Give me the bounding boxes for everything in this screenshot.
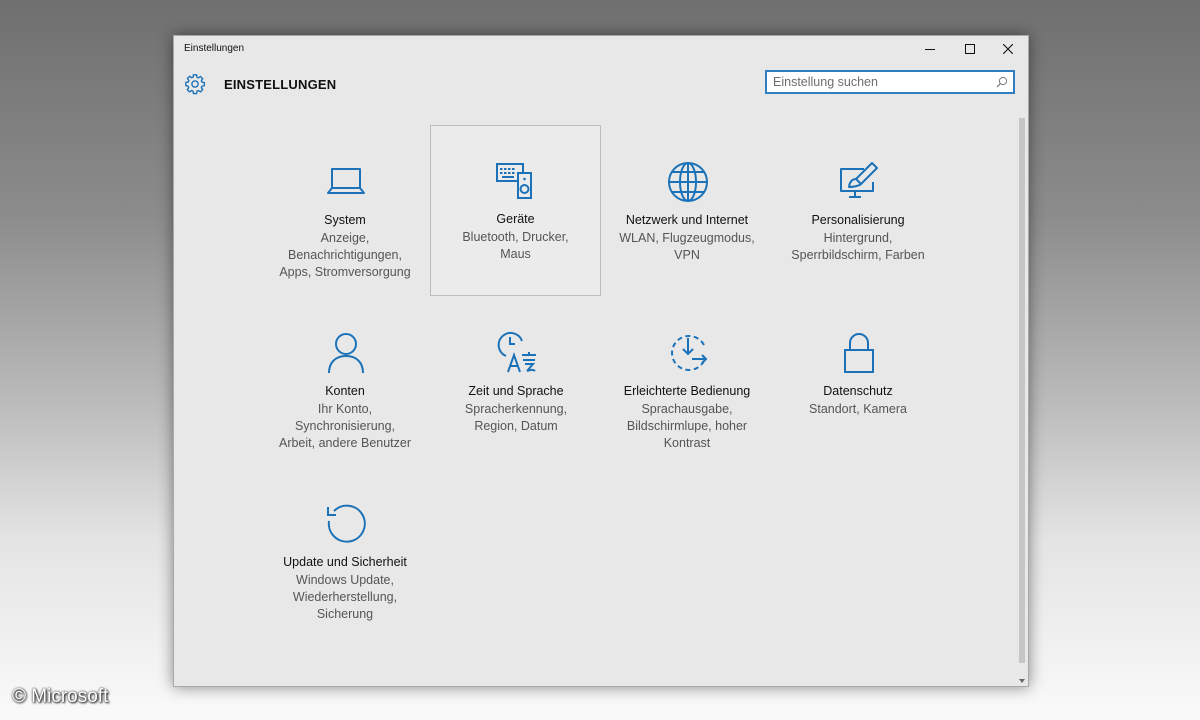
search-box[interactable] (765, 70, 1015, 94)
tile-personalization[interactable]: Personalisierung Hintergrund, Sperrbildsc… (773, 126, 943, 296)
tile-title: Geräte (496, 212, 535, 226)
tile-system[interactable]: System Anzeige, Benachrichtigungen, Apps, … (260, 126, 430, 296)
time-language-icon (497, 331, 536, 373)
tile-ease-of-access[interactable]: Erleichterte Bedienung Sprachausgabe, Bil… (602, 297, 772, 467)
tile-title: Personalisierung (811, 213, 905, 227)
tile-description: Standort, Kamera (809, 402, 907, 416)
tile-devices[interactable]: Geräte Bluetooth, Drucker, Maus (430, 125, 601, 296)
tile-time-language[interactable]: Zeit und Sprache Spracherkennung, Region,… (431, 297, 601, 467)
tile-description: Bluetooth, Drucker, Maus (462, 230, 569, 261)
tile-description: Ihr Konto, Synchronisierung, Arbeit, ander… (278, 402, 412, 450)
tile-title: Erleichterte Bedienung (623, 384, 751, 398)
tile-title: Netzwerk und Internet (625, 213, 749, 227)
window-title: Einstellungen (184, 43, 245, 54)
tile-title: Update und Sicherheit (283, 555, 407, 569)
update-icon (327, 504, 366, 543)
maximize-icon (965, 44, 975, 54)
scroll-thumb[interactable] (1019, 118, 1025, 663)
maximize-button[interactable] (950, 36, 990, 62)
tile-accounts[interactable]: Konten Ihr Konto, Synchronisierung, Arbeit… (260, 297, 430, 467)
tile-description: Hintergrund, Sperrbildschirm, Farben (791, 231, 925, 262)
tile-title: Zeit und Sprache (468, 384, 564, 398)
tile-privacy[interactable]: Datenschutz Standort, Kamera (773, 297, 943, 467)
tile-description: Sprachausgabe, Bildschirmlupe, hoher Kontr… (626, 402, 748, 450)
laptop-icon (327, 168, 365, 194)
personalize-icon (840, 162, 878, 198)
tile-description: Spracherkennung, Region, Datum (464, 402, 568, 433)
page-title: EINSTELLUNGEN (224, 77, 337, 92)
minimize-icon (925, 49, 935, 50)
person-icon (328, 333, 364, 374)
search-icon[interactable] (996, 76, 1008, 88)
copyright-watermark: © Microsoft (12, 686, 109, 707)
tile-title: System (324, 213, 366, 227)
lock-icon (844, 333, 874, 373)
tile-update-security[interactable]: Update und Sicherheit Windows Update, Wie… (260, 468, 430, 638)
settings-window: Einstellungen EINSTELLUNGEN Einstellung … (173, 35, 1029, 687)
tile-description: Windows Update, Wiederherstellung, Sicheru… (292, 573, 398, 621)
minimize-button[interactable] (910, 36, 950, 62)
tile-title: Konten (325, 384, 365, 398)
tile-title: Datenschutz (823, 384, 893, 398)
tile-description: Anzeige, Benachrichtigungen, Apps, Stromve… (279, 231, 411, 279)
search-input[interactable] (773, 72, 983, 92)
title-bar[interactable]: Einstellungen (174, 36, 1028, 62)
close-button[interactable] (988, 36, 1028, 62)
ease-of-access-icon (671, 335, 708, 371)
close-icon (1003, 44, 1013, 54)
gear-icon (185, 74, 206, 95)
globe-icon (668, 162, 708, 202)
devices-icon (496, 163, 532, 199)
vertical-scrollbar[interactable] (1017, 114, 1027, 685)
scroll-down-arrow-icon[interactable] (1019, 679, 1025, 683)
tile-description: WLAN, Flugzeugmodus, VPN (619, 231, 755, 262)
tile-network[interactable]: Netzwerk und Internet WLAN, Flugzeugmodu… (602, 126, 772, 296)
